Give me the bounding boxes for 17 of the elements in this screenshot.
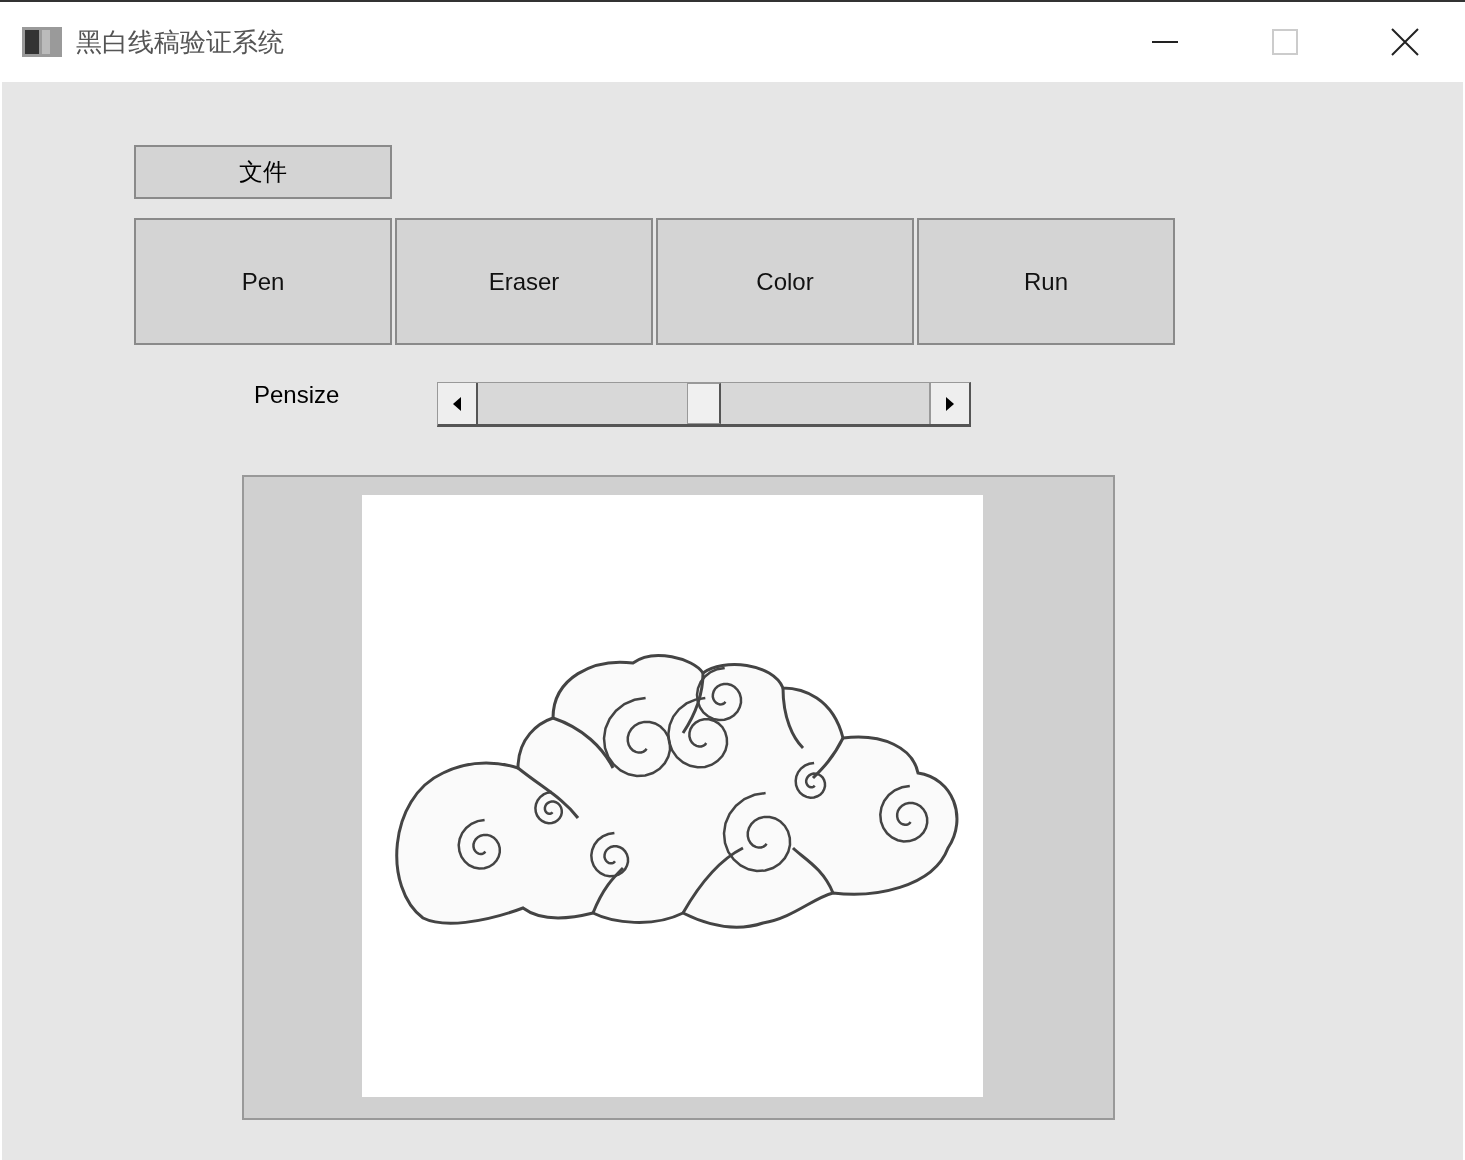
tool-button[interactable]: Color <box>656 218 914 345</box>
right-triangle-icon <box>946 396 954 411</box>
tool-button[interactable]: Pen <box>134 218 392 345</box>
pensize-label: Pensize <box>254 380 341 409</box>
minimize-icon <box>1151 41 1179 43</box>
app-icon <box>22 25 62 59</box>
maximize-icon <box>1271 28 1299 56</box>
window-title: 黑白线稿验证系统 <box>76 25 284 59</box>
tool-button[interactable]: Eraser <box>395 218 653 345</box>
tool-button[interactable]: Run <box>917 218 1175 345</box>
close-icon <box>1391 28 1419 56</box>
file-button[interactable]: 文件 <box>134 145 392 199</box>
left-arrow-button[interactable] <box>438 383 478 424</box>
left-triangle-icon <box>453 396 461 411</box>
right-arrow-button[interactable] <box>929 383 969 424</box>
slider-thumb[interactable] <box>686 383 721 424</box>
pensize-slider[interactable] <box>437 382 971 427</box>
